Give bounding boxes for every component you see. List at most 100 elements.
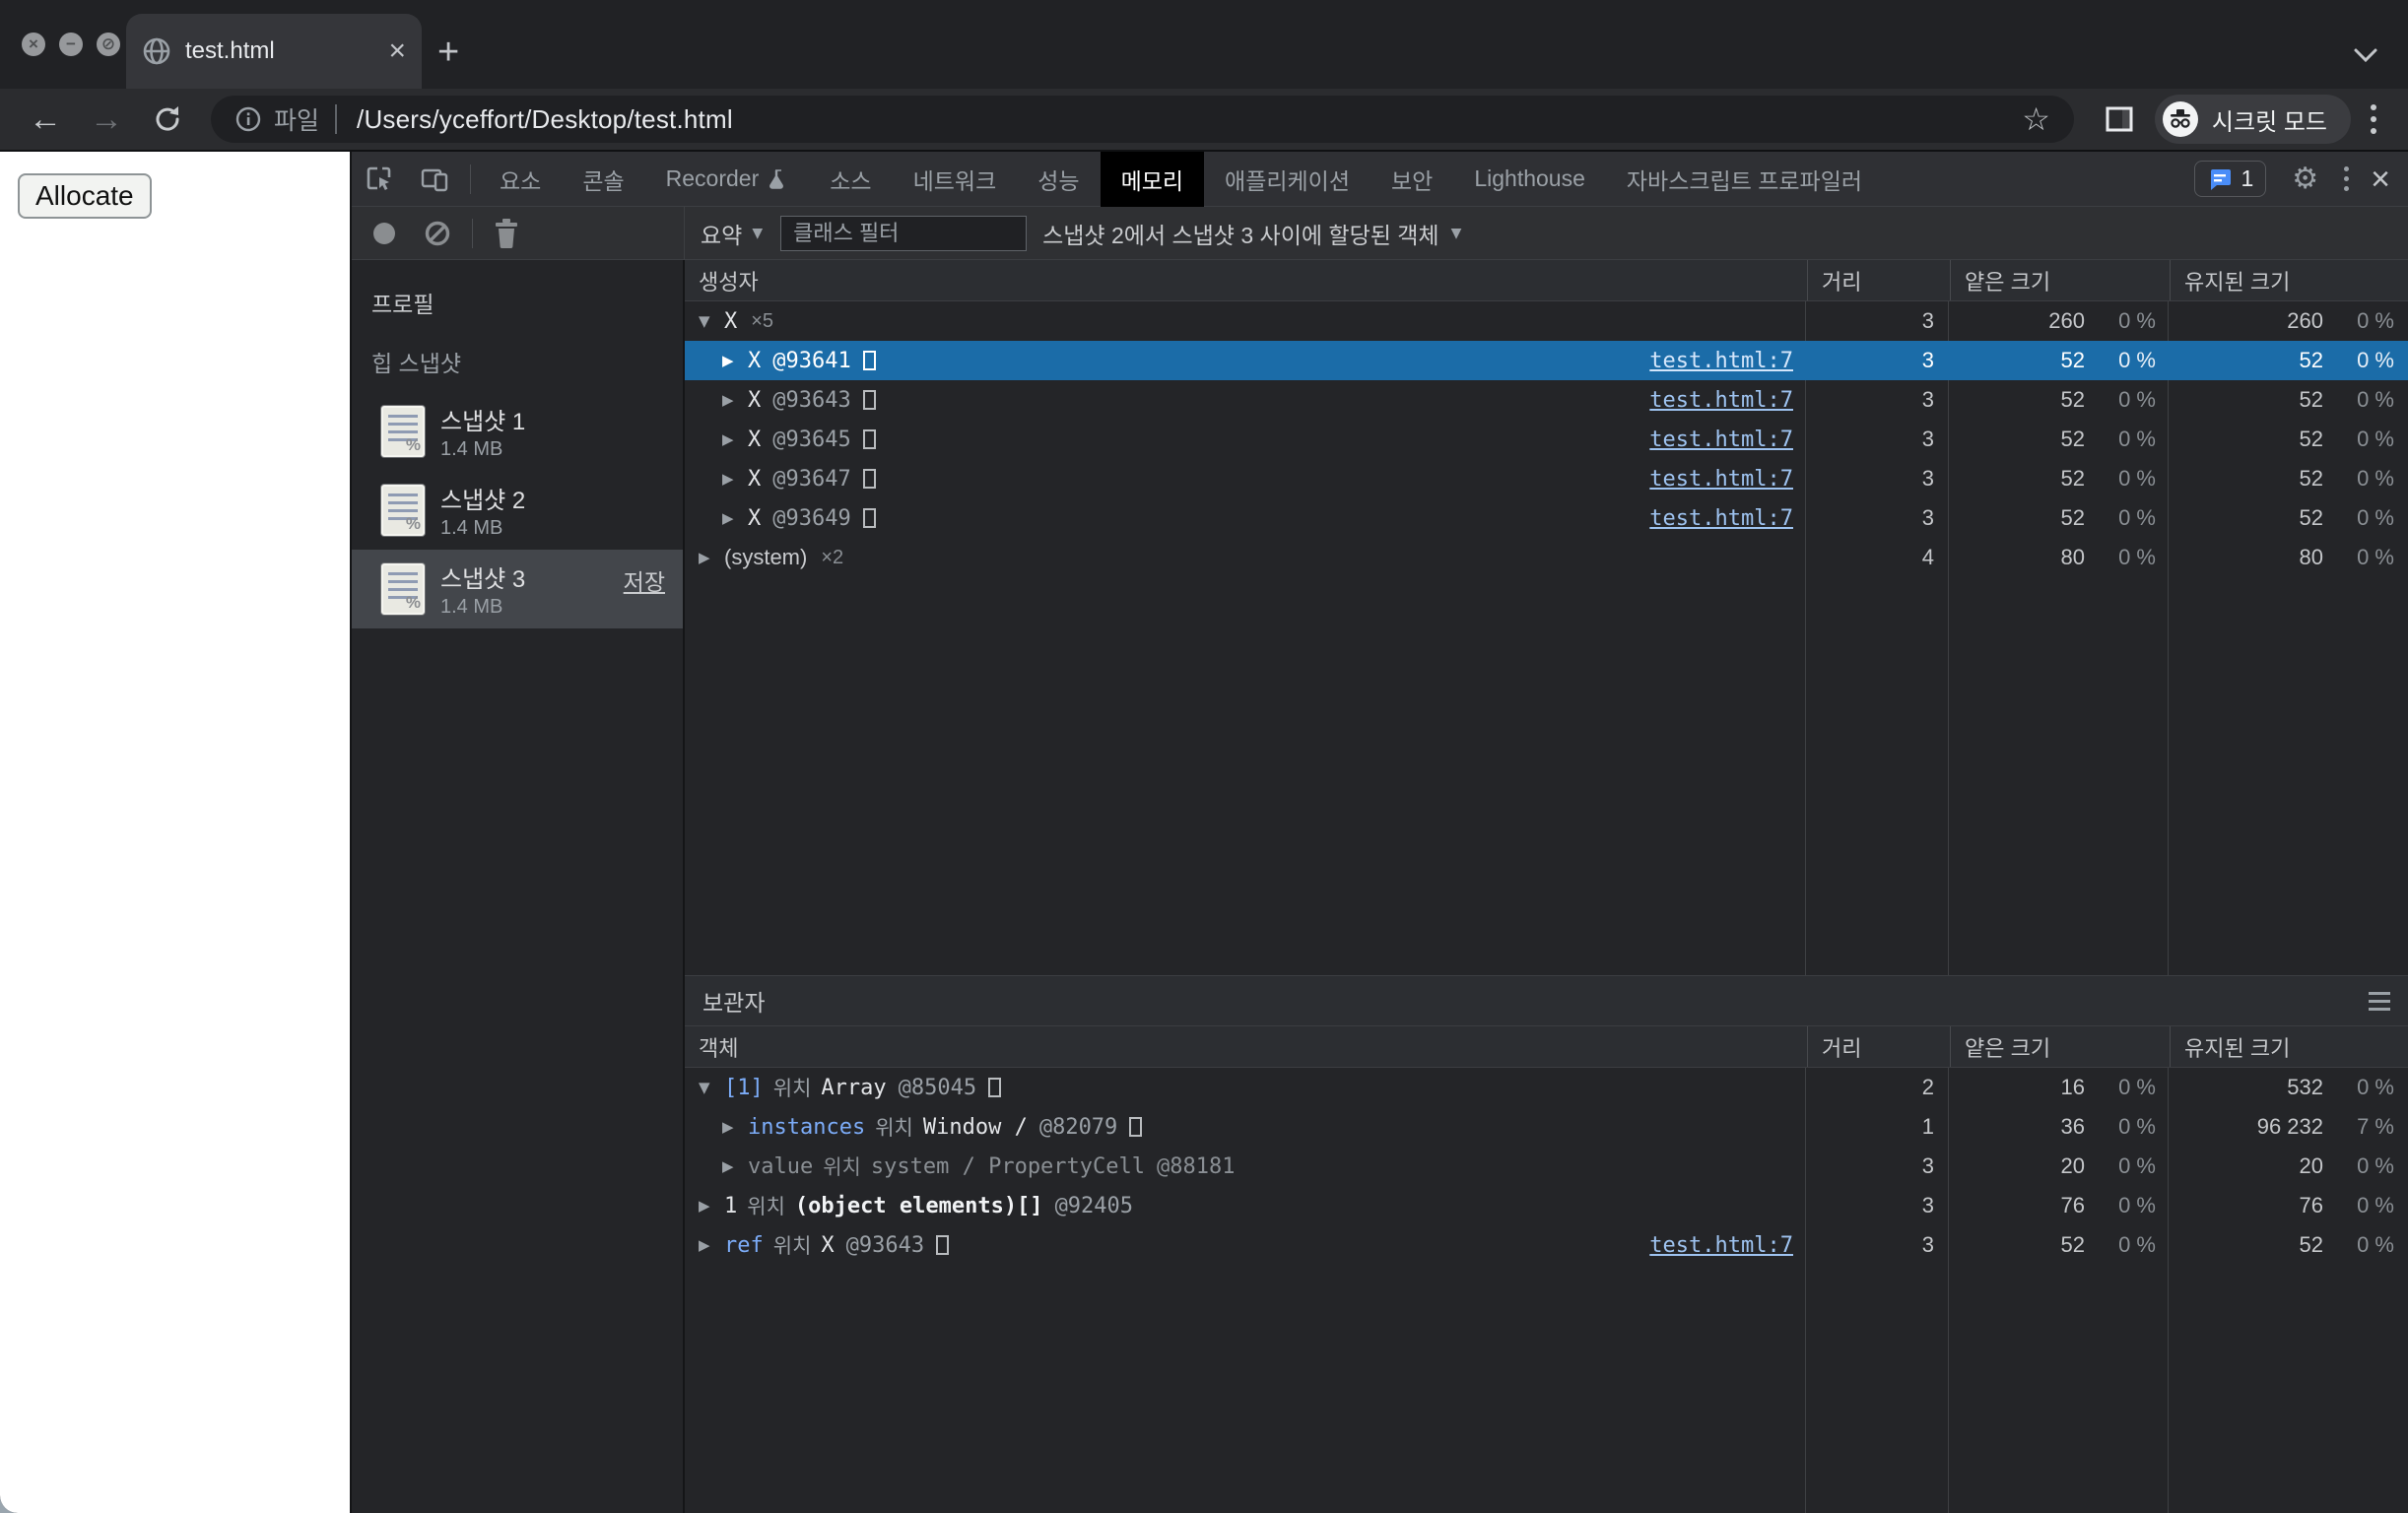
tab-lighthouse[interactable]: Lighthouse <box>1453 152 1606 207</box>
close-window-icon[interactable]: × <box>22 33 45 56</box>
constructor-row-93649[interactable]: X @93649 test.html:7 3 520 % 520 % <box>685 498 2408 538</box>
constructor-row-93647[interactable]: X @93647 test.html:7 3 520 % 520 % <box>685 459 2408 498</box>
profiles-sidebar: 프로필 힙 스냅샷 % 스냅샷 1 1.4 MB % 스냅샷 2 1.4 MB … <box>352 260 685 1513</box>
disclosure-triangle-icon[interactable] <box>699 549 724 566</box>
retainers-header-row[interactable]: 객체 거리 얕은 크기 유지된 크기 <box>685 1026 2408 1068</box>
page-info-icon[interactable] <box>234 105 262 133</box>
zoom-window-icon[interactable]: ⊘ <box>97 33 120 56</box>
omnibox[interactable]: 파일 /Users/yceffort/Desktop/test.html ☆ <box>211 96 2074 143</box>
inspect-element-icon[interactable] <box>352 164 407 194</box>
col-constructor[interactable]: 생성자 <box>685 260 1807 300</box>
retainer-row-array[interactable]: [1] 위치 Array @85045 2 160 % 5320 % <box>685 1068 2408 1107</box>
new-tab-button[interactable]: + <box>437 33 459 71</box>
tab-performance[interactable]: 성능 <box>1017 152 1100 207</box>
tab-network[interactable]: 네트워크 <box>893 152 1018 207</box>
devtools-tabbar: 요소 콘솔 Recorder 소스 네트워크 성능 메모리 애플리케이션 보안 … <box>352 151 2408 207</box>
source-link[interactable]: test.html:7 <box>1649 506 1793 531</box>
retainer-row-object-elements[interactable]: 1 위치 (object elements)[] @92405 3 760 % … <box>685 1186 2408 1225</box>
url-text[interactable]: /Users/yceffort/Desktop/test.html <box>357 104 2010 135</box>
tab-security[interactable]: 보안 <box>1371 152 1453 207</box>
allocate-button[interactable]: Allocate <box>18 173 152 219</box>
profiles-header: 프로필 <box>371 292 435 317</box>
tab-console[interactable]: 콘솔 <box>562 152 644 207</box>
constructor-row-x-group[interactable]: X ×5 3 2600 % 2600 % <box>685 301 2408 341</box>
col-retained-size[interactable]: 유지된 크기 <box>2170 1026 2408 1067</box>
disclosure-triangle-icon[interactable] <box>699 1197 724 1215</box>
constructor-row-93641[interactable]: X @93641 test.html:7 3 520 % 520 % <box>685 341 2408 380</box>
minimize-window-icon[interactable]: − <box>59 33 83 56</box>
disclosure-triangle-icon[interactable] <box>722 509 748 527</box>
globe-favicon-icon <box>142 36 171 66</box>
snapshot-item-3[interactable]: % 스냅샷 3 1.4 MB 저장 <box>352 550 683 628</box>
source-link[interactable]: test.html:7 <box>1649 1233 1793 1258</box>
disclosure-triangle-icon[interactable] <box>722 352 748 369</box>
col-retained-size[interactable]: 유지된 크기 <box>2170 260 2408 300</box>
browser-tab[interactable]: test.html × <box>126 14 422 89</box>
devtools-panel: 요소 콘솔 Recorder 소스 네트워크 성능 메모리 애플리케이션 보안 … <box>350 151 2408 1513</box>
tab-sources[interactable]: 소스 <box>809 152 892 207</box>
disclosure-triangle-icon[interactable] <box>722 391 748 409</box>
snapshot-item-2[interactable]: % 스냅샷 2 1.4 MB <box>352 471 683 550</box>
perspective-select[interactable]: 요약 ▼ <box>701 217 763 250</box>
disclosure-triangle-icon[interactable] <box>722 1118 748 1136</box>
constructors-header-row[interactable]: 생성자 거리 얕은 크기 유지된 크기 <box>685 260 2408 301</box>
devtools-close-icon[interactable]: × <box>2371 163 2390 196</box>
delete-profile-trash-icon[interactable] <box>481 218 532 248</box>
source-link[interactable]: test.html:7 <box>1649 428 1793 452</box>
constructor-row-system[interactable]: (system) ×2 4 800 % 800 % <box>685 538 2408 577</box>
tab-memory[interactable]: 메모리 <box>1100 151 1205 207</box>
content-area: Allocate 요소 콘솔 Recorder 소스 네트워크 성능 메모리 애… <box>0 150 2408 1513</box>
disclosure-triangle-icon[interactable] <box>699 1079 724 1096</box>
disclosure-triangle-icon[interactable] <box>699 1236 724 1254</box>
issues-bubble-icon <box>2207 166 2233 192</box>
retainer-row-instances[interactable]: instances 위치 Window / @82079 1 360 % 96 … <box>685 1107 2408 1147</box>
bookmark-star-icon[interactable]: ☆ <box>2022 100 2050 138</box>
chevron-down-icon: ▼ <box>752 225 764 241</box>
devtools-menu-icon[interactable] <box>2344 166 2350 191</box>
disclosure-triangle-icon[interactable] <box>722 430 748 448</box>
disclosure-triangle-icon[interactable] <box>722 1157 748 1175</box>
tab-recorder[interactable]: Recorder <box>645 152 810 207</box>
constructor-row-93645[interactable]: X @93645 test.html:7 3 520 % 520 % <box>685 420 2408 459</box>
retainer-row-value[interactable]: value 위치 system / PropertyCell @88181 3 … <box>685 1147 2408 1186</box>
snapshot-size: 1.4 MB <box>440 517 503 539</box>
heap-snapshot-icon: % <box>381 485 425 536</box>
window-controls: × − ⊘ <box>0 0 120 89</box>
tab-close-icon[interactable]: × <box>388 36 406 66</box>
device-toolbar-icon[interactable] <box>407 164 462 194</box>
tab-js-profiler[interactable]: 자바스크립트 프로파일러 <box>1606 152 1883 207</box>
back-button[interactable]: ← <box>18 100 73 139</box>
col-shallow-size[interactable]: 얕은 크기 <box>1950 260 2170 300</box>
forward-button[interactable]: → <box>79 100 134 139</box>
heap-snapshot-icon: % <box>381 563 425 615</box>
incognito-badge: 시크릿 모드 <box>2154 95 2351 144</box>
class-filter-input[interactable] <box>780 215 1028 251</box>
tab-search-chevron-icon[interactable] <box>2353 47 2378 63</box>
snapshot-range-select[interactable]: 스냅샷 2에서 스냅샷 3 사이에 할당된 객체 ▼ <box>1042 217 1461 250</box>
source-link[interactable]: test.html:7 <box>1649 349 1793 373</box>
col-distance[interactable]: 거리 <box>1807 1026 1950 1067</box>
source-link[interactable]: test.html:7 <box>1649 467 1793 492</box>
source-link[interactable]: test.html:7 <box>1649 388 1793 413</box>
disclosure-triangle-icon[interactable] <box>699 312 724 330</box>
col-object[interactable]: 객체 <box>685 1026 1807 1067</box>
retainer-row-ref[interactable]: ref 위치 X @93643 test.html:7 3 520 % 520 … <box>685 1225 2408 1265</box>
snapshot-item-1[interactable]: % 스냅샷 1 1.4 MB <box>352 392 683 471</box>
settings-gear-icon[interactable]: ⚙ <box>2292 162 2318 196</box>
snapshot-name: 스냅샷 3 <box>440 566 526 593</box>
toolbar-divider <box>470 164 471 194</box>
constructor-row-93643[interactable]: X @93643 test.html:7 3 520 % 520 % <box>685 380 2408 420</box>
col-distance[interactable]: 거리 <box>1807 260 1950 300</box>
browser-menu-icon[interactable] <box>2371 104 2376 134</box>
issues-counter[interactable]: 1 <box>2194 161 2267 197</box>
reload-button[interactable] <box>140 103 195 135</box>
side-panel-icon[interactable] <box>2104 103 2135 135</box>
col-shallow-size[interactable]: 얕은 크기 <box>1950 1026 2170 1067</box>
clear-profiles-icon[interactable] <box>411 220 464 247</box>
take-snapshot-icon[interactable] <box>373 222 395 244</box>
disclosure-triangle-icon[interactable] <box>722 470 748 488</box>
retainers-menu-icon[interactable] <box>2369 991 2390 1011</box>
tab-elements[interactable]: 요소 <box>479 152 562 207</box>
save-snapshot-link[interactable]: 저장 <box>624 563 665 597</box>
tab-application[interactable]: 애플리케이션 <box>1204 152 1371 207</box>
